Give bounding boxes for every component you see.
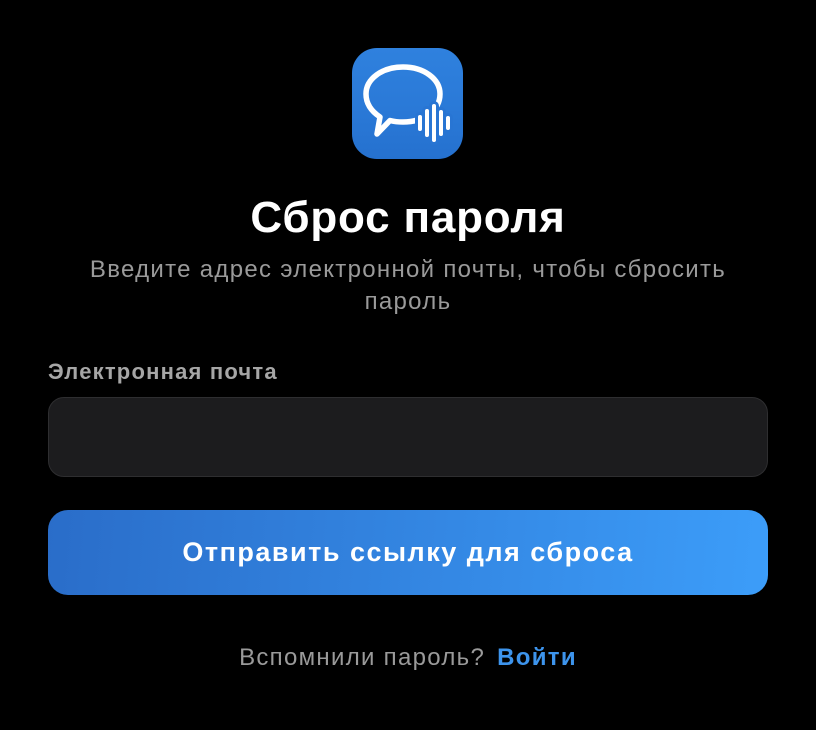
- login-prompt: Вспомнили пароль? Войти: [48, 642, 768, 674]
- sound-wave-icon: [415, 101, 453, 145]
- email-input[interactable]: [48, 397, 768, 477]
- login-prompt-text: Вспомнили пароль?: [239, 644, 486, 671]
- send-reset-link-button[interactable]: Отправить ссылку для сброса: [48, 510, 768, 595]
- app-logo-graphic: [363, 64, 453, 145]
- page-subtitle: Введите адрес электронной почты, чтобы с…: [89, 256, 727, 315]
- login-link[interactable]: Войти: [497, 642, 577, 674]
- email-label: Электронная почта: [48, 359, 278, 384]
- chat-bubble-soundwave-icon: [352, 48, 463, 159]
- page-title: Сброс пароля: [250, 193, 566, 242]
- reset-password-screen: Сброс пароля Введите адрес электронной п…: [0, 0, 816, 730]
